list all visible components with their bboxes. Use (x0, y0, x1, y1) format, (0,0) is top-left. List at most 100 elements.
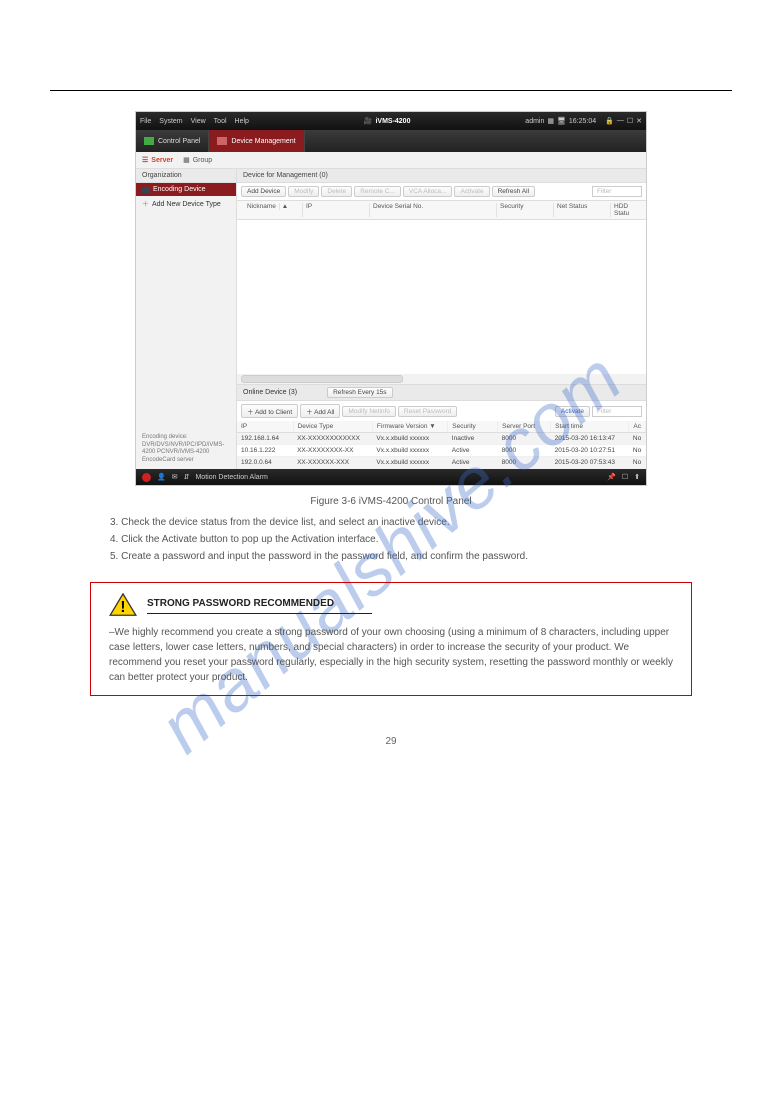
sidebar-item-add-device-type[interactable]: ＋Add New Device Type (136, 196, 236, 212)
remote-config-button[interactable]: Remote C... (354, 186, 401, 197)
online-col-security[interactable]: Security (448, 421, 498, 433)
device-table-header: Nickname ▲ IP Device Serial No. Security… (237, 200, 646, 220)
online-device-header: Online Device (3) Refresh Every 15s (237, 384, 646, 401)
col-hdd-status[interactable]: HDD Statu (611, 203, 642, 217)
menu-help[interactable]: Help (235, 118, 249, 125)
list-icon: ☰ (142, 156, 148, 164)
pin-icon[interactable]: 📌 (607, 473, 616, 481)
plus-icon: ＋ (142, 199, 149, 209)
activate-button[interactable]: Activate (454, 186, 489, 197)
tab-control-panel-label: Control Panel (158, 138, 200, 145)
filter-input[interactable]: Filter (592, 186, 642, 197)
scrollbar-thumb[interactable] (241, 375, 403, 383)
online-device-table: IP Device Type Firmware Version ▼ Securi… (237, 421, 646, 469)
sub-tab-bar: ☰Server ▦Group (136, 152, 646, 169)
top-divider (50, 90, 732, 91)
sidebar-item-encoding-device[interactable]: Encoding Device (136, 183, 236, 196)
maximize-icon[interactable]: ☐ (627, 117, 633, 125)
col-security[interactable]: Security (497, 203, 554, 217)
add-device-button[interactable]: Add Device (241, 186, 286, 197)
online-device-title: Online Device (3) (243, 389, 297, 396)
svg-text:!: ! (120, 599, 125, 616)
menu-view[interactable]: View (191, 118, 206, 125)
device-table-empty (237, 220, 646, 374)
tab-control-panel[interactable]: Control Panel (136, 130, 209, 152)
online-col-ip[interactable]: IP (237, 421, 293, 433)
sub-tab-group-label: Group (193, 157, 212, 164)
reset-password-button[interactable]: Reset Password (398, 406, 457, 417)
close-icon[interactable]: ✕ (636, 117, 642, 125)
app-logo-icon: 🎥 (364, 117, 373, 125)
online-col-ac[interactable]: Ac (629, 421, 646, 433)
tab-device-management-label: Device Management (231, 138, 295, 145)
menu-tool[interactable]: Tool (214, 118, 227, 125)
online-activate-button[interactable]: Activate (555, 406, 590, 417)
warning-icon: ! (109, 593, 137, 617)
delete-button[interactable]: Delete (321, 186, 352, 197)
sidebar: Organization Encoding Device ＋Add New De… (136, 169, 237, 469)
sidebar-footer-line2: DVR/DVS/NVR/IPC/IPD/iVMS-4200 PCNVR/iVMS… (142, 442, 230, 465)
dashboard-icon[interactable]: ▦ (547, 117, 554, 125)
app-window: File System View Tool Help 🎥iVMS-4200 ad… (135, 111, 647, 486)
online-col-server-port[interactable]: Server Port (498, 421, 551, 433)
traffic-icon[interactable]: ⇵ (184, 473, 190, 481)
person-icon[interactable]: 👤 (157, 473, 166, 481)
status-bar: 👤 ✉ ⇵ Motion Detection Alarm 📌 ☐ ⬆ (136, 469, 646, 485)
sidebar-organization-header: Organization (136, 169, 236, 183)
add-to-client-button[interactable]: ＋ Add to Client (241, 404, 298, 418)
col-serial[interactable]: Device Serial No. (370, 203, 497, 217)
sidebar-add-new-type-label: Add New Device Type (152, 201, 221, 208)
tab-bar: Control Panel Device Management (136, 130, 646, 152)
menu-system[interactable]: System (159, 118, 182, 125)
warning-box: ! STRONG PASSWORD RECOMMENDED –We highly… (90, 582, 692, 696)
grid-icon (144, 137, 154, 145)
horizontal-scrollbar[interactable] (237, 374, 646, 384)
col-nickname[interactable]: Nickname ▲ (241, 203, 303, 217)
modify-netinfo-button[interactable]: Modify Netinfo (342, 406, 396, 417)
table-row[interactable]: 10.16.1.222XX-XXXXXXXX-XXVx.x.xbuild xxx… (237, 445, 646, 457)
expand-icon[interactable]: ⬆ (634, 473, 640, 481)
screen-icon[interactable]: 🖥 (557, 117, 566, 125)
lock-icon[interactable]: 🔒 (605, 117, 614, 125)
sub-tab-server-label: Server (151, 157, 173, 164)
refresh-all-button[interactable]: Refresh All (492, 186, 535, 197)
device-icon (217, 137, 227, 145)
step-5: 5. Create a password and input the passw… (110, 551, 672, 562)
menu-file[interactable]: File (140, 118, 151, 125)
table-row[interactable]: 192.168.1.64XX-XXXXXXXXXXXXVx.x.xbuild x… (237, 433, 646, 445)
sub-tab-group[interactable]: ▦Group (183, 156, 212, 164)
minimize-icon[interactable]: — (617, 117, 624, 125)
alarm-icon[interactable] (142, 473, 151, 482)
titlebar: File System View Tool Help 🎥iVMS-4200 ad… (136, 112, 646, 130)
online-col-device-type[interactable]: Device Type (293, 421, 372, 433)
add-all-button[interactable]: ＋ Add All (300, 404, 340, 418)
sidebar-encoding-device-label: Encoding Device (153, 186, 206, 193)
device-icon (142, 187, 150, 193)
tab-device-management[interactable]: Device Management (209, 130, 304, 152)
sidebar-footer-line1: Encoding device: (142, 434, 230, 442)
table-row[interactable]: 192.0.0.64XX-XXXXXX-XXXVx.x.xbuild xxxxx… (237, 457, 646, 469)
status-alarm-text: Motion Detection Alarm (195, 474, 267, 481)
main-panel: Device for Management (0) Add Device Mod… (237, 169, 646, 469)
refresh-every-button[interactable]: Refresh Every 15s (327, 387, 392, 398)
online-toolbar: ＋ Add to Client ＋ Add All Modify Netinfo… (237, 401, 646, 421)
online-col-firmware[interactable]: Firmware Version ▼ (372, 421, 447, 433)
mail-icon[interactable]: ✉ (172, 473, 178, 481)
vca-alloca-button[interactable]: VCA Alloca... (403, 186, 453, 197)
online-filter-input[interactable]: Filter (592, 406, 642, 417)
online-col-start-time[interactable]: Start time (551, 421, 629, 433)
figure-caption: Figure 3-6 iVMS-4200 Control Panel (50, 496, 732, 507)
grid-icon: ▦ (183, 156, 190, 164)
col-net-status[interactable]: Net Status (554, 203, 611, 217)
sub-tab-server[interactable]: ☰Server (142, 156, 173, 164)
warning-title: STRONG PASSWORD RECOMMENDED (147, 596, 372, 614)
page-number: 29 (50, 736, 732, 747)
panel-icon[interactable]: ☐ (622, 473, 628, 481)
clock-text: 16:25:04 (569, 118, 596, 125)
user-label: admin (525, 118, 544, 125)
step-3: 3. Check the device status from the devi… (110, 517, 672, 528)
modify-button[interactable]: Modify (288, 186, 319, 197)
device-toolbar: Add Device Modify Delete Remote C... VCA… (237, 183, 646, 200)
col-ip[interactable]: IP (303, 203, 370, 217)
step-4: 4. Click the Activate button to pop up t… (110, 534, 672, 545)
